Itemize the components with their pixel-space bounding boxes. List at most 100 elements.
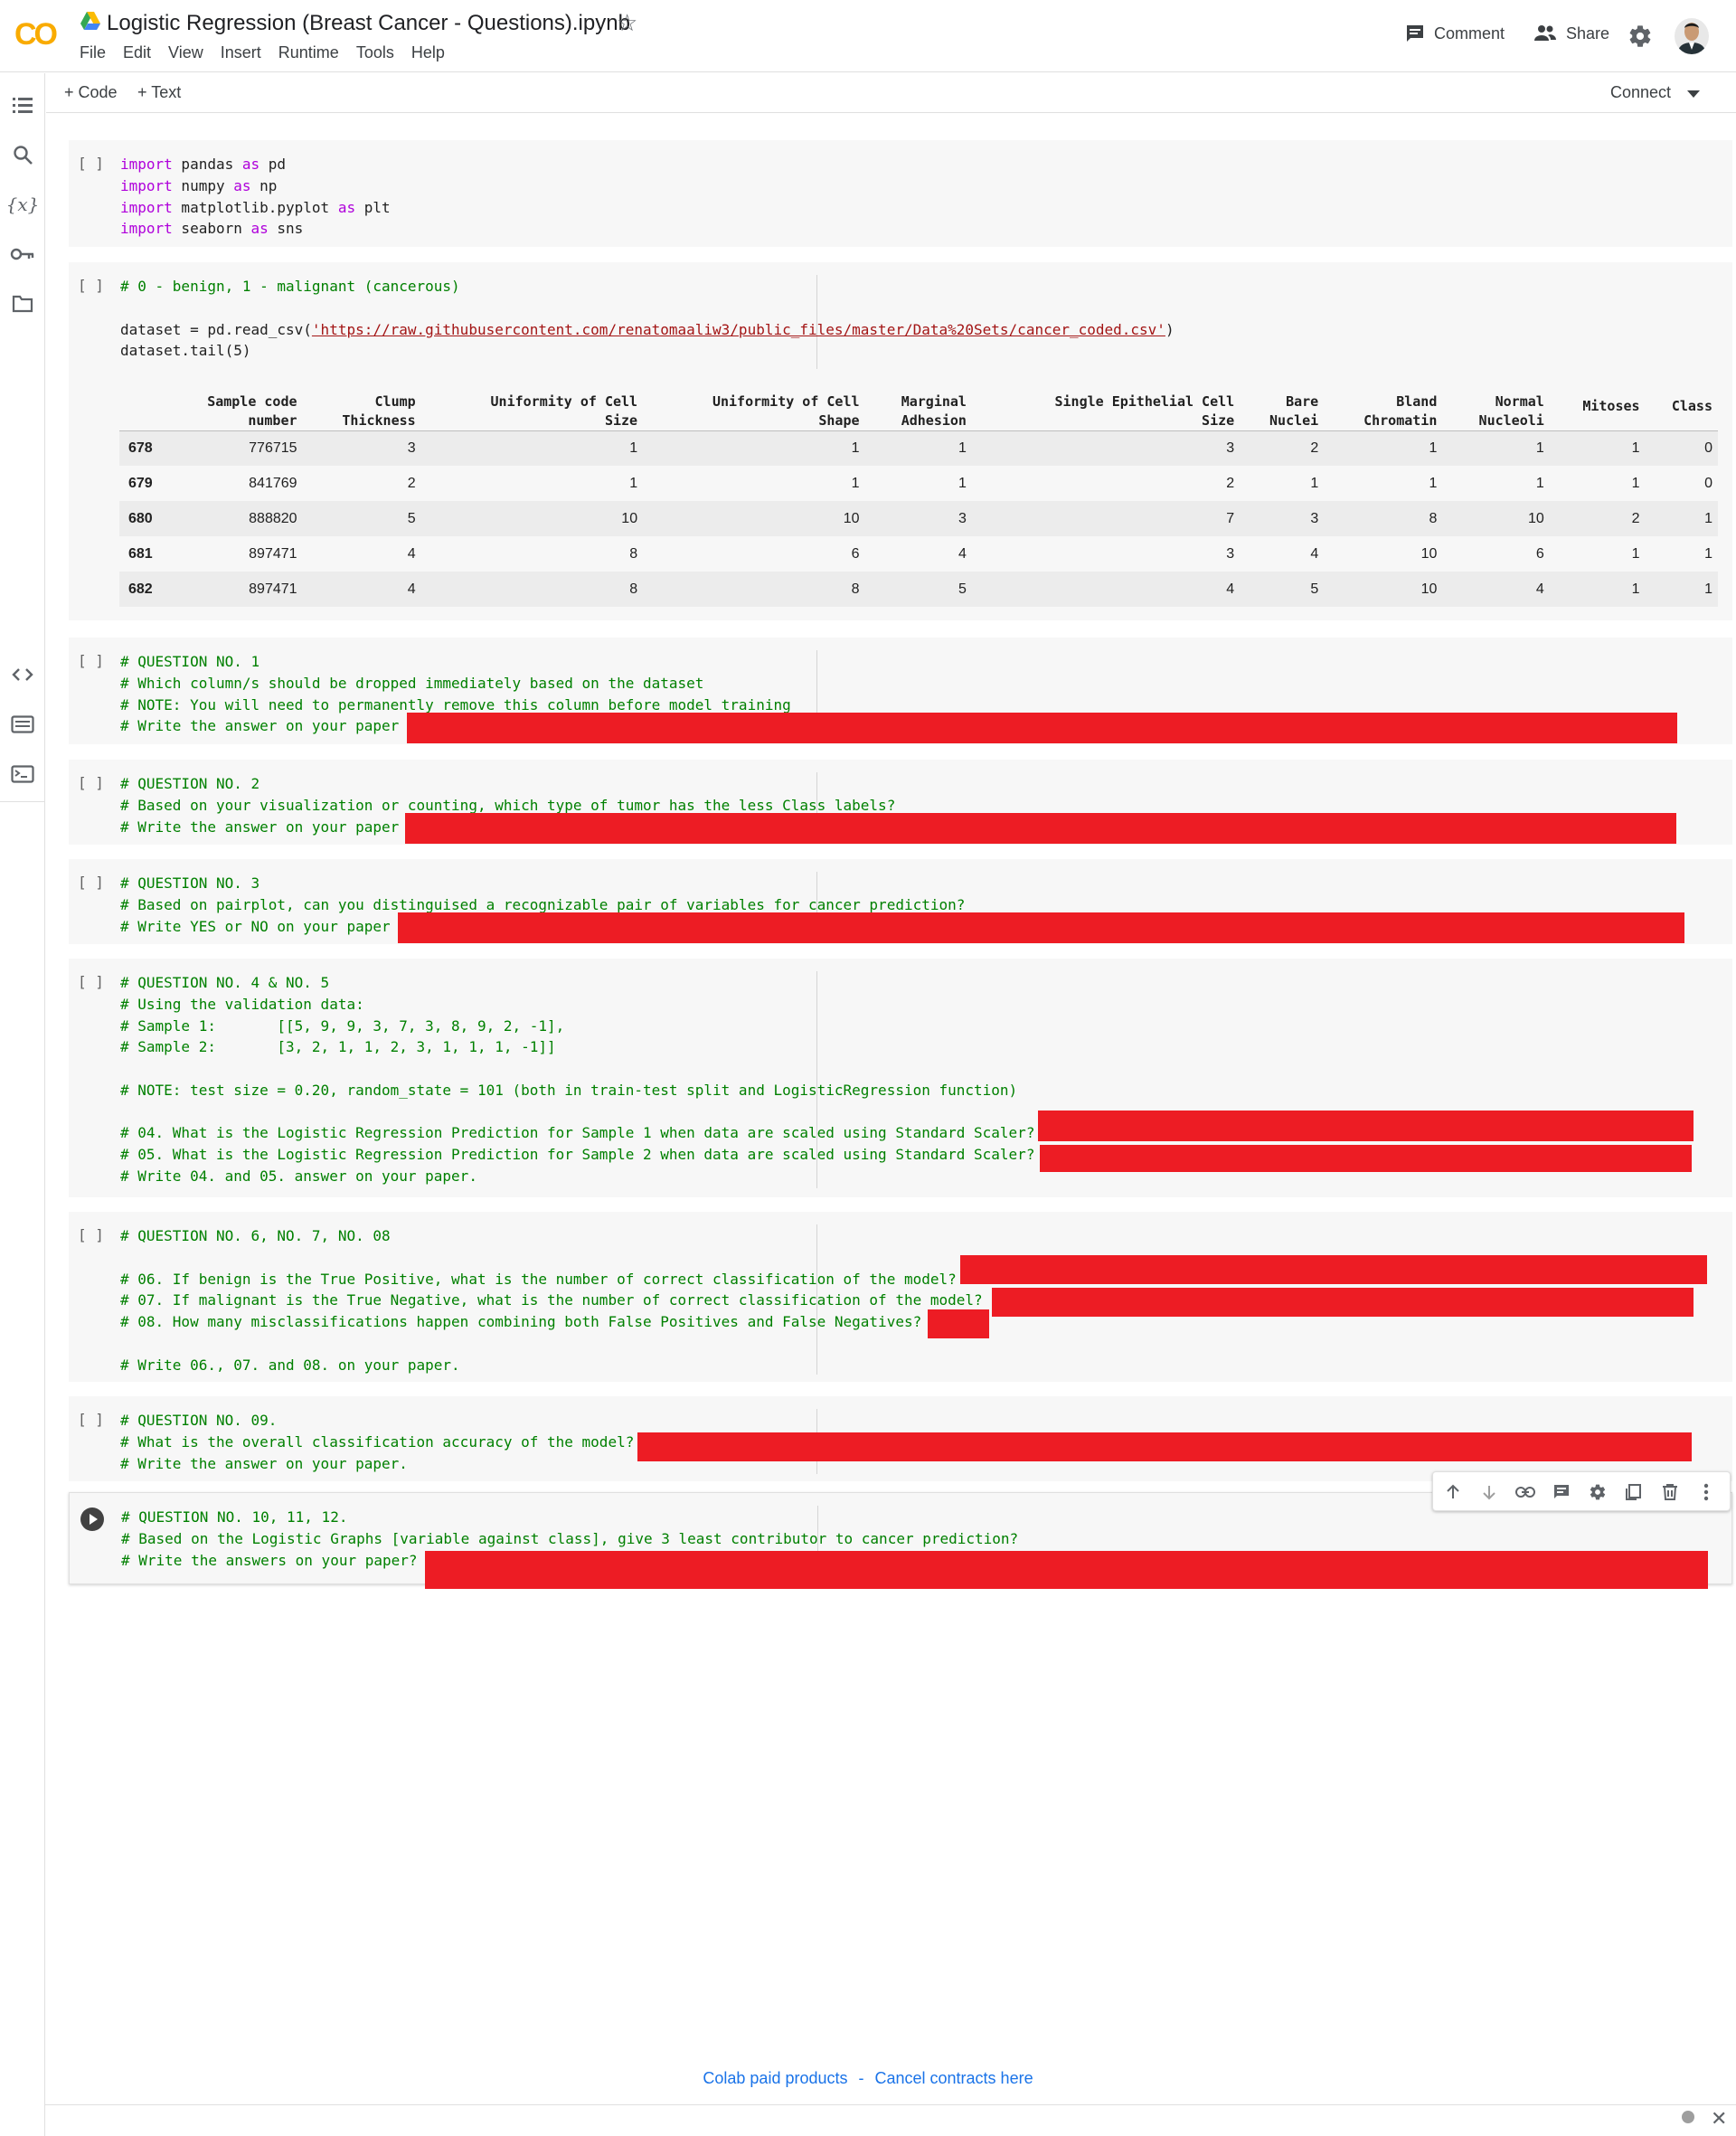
cell-code[interactable]: # 0 - benign, 1 - malignant (cancerous) …: [120, 276, 1175, 362]
table-cell: 841769: [249, 475, 297, 491]
code-comment: # Which column/s should be dropped immed…: [120, 674, 704, 692]
table-cell: 5: [958, 581, 967, 597]
code-cell-question-6-8[interactable]: [ ] # QUESTION NO. 6, NO. 7, NO. 08 # 06…: [69, 1212, 1732, 1382]
more-options-icon[interactable]: [1695, 1481, 1717, 1503]
menu-runtime[interactable]: Runtime: [278, 43, 339, 62]
cell-run-indicator[interactable]: [ ]: [78, 1411, 104, 1428]
code-comment: # QUESTION NO. 3: [120, 874, 260, 892]
code-comment: # QUESTION NO. 09.: [120, 1412, 278, 1429]
share-people-icon: [1534, 25, 1556, 41]
colab-logo[interactable]: CO: [14, 16, 65, 51]
code-comment: # Sample 2: [3, 2, 1, 1, 2, 3, 1, 1, 1, …: [120, 1038, 556, 1056]
table-cell: 0: [1704, 475, 1712, 491]
run-cell-button[interactable]: [80, 1507, 104, 1531]
side-rail: {x}: [0, 73, 45, 2136]
share-label: Share: [1566, 24, 1610, 43]
table-body: 678 776715 3 1 1 1 3 2 1 1 1 0 679 841769 2 1 1 1 2 1 1 1 1 0 68…: [119, 430, 1718, 607]
code-comment: # QUESTION NO. 6, NO. 7, NO. 08: [120, 1227, 391, 1244]
code-comment: # Write 06., 07. and 08. on your paper.: [120, 1356, 460, 1374]
notebook-title[interactable]: Logistic Regression (Breast Cancer - Que…: [107, 11, 630, 36]
table-cell: 1: [1631, 439, 1640, 456]
cell-code[interactable]: # QUESTION NO. 09. # What is the overall…: [120, 1410, 634, 1474]
add-text-button[interactable]: + Text: [137, 83, 181, 102]
settings-icon[interactable]: [1587, 1481, 1609, 1503]
comment-icon[interactable]: [1551, 1481, 1572, 1503]
colab-paid-products-link[interactable]: Colab paid products: [703, 2069, 847, 2087]
table-row: 682 897471 4 8 8 5 4 5 10 4 1 1: [119, 572, 1718, 607]
mirror-cell-icon[interactable]: [1623, 1481, 1645, 1503]
connect-button[interactable]: Connect: [1610, 83, 1671, 102]
cell-run-indicator[interactable]: [ ]: [78, 277, 104, 294]
cell-run-indicator[interactable]: [ ]: [78, 155, 104, 172]
secrets-key-icon[interactable]: [9, 241, 36, 268]
cell-run-indicator[interactable]: [ ]: [78, 874, 104, 891]
redaction-box: [637, 1432, 1692, 1461]
move-up-icon[interactable]: [1442, 1481, 1464, 1503]
menu-help[interactable]: Help: [411, 43, 445, 62]
code-line: import matplotlib.pyplot as plt: [120, 198, 391, 216]
redaction-box: [407, 713, 1677, 743]
code-cell-question-2[interactable]: [ ] # QUESTION NO. 2 # Based on your vis…: [69, 760, 1732, 845]
table-cell: 3: [1310, 510, 1319, 526]
cancel-contracts-link[interactable]: Cancel contracts here: [875, 2069, 1033, 2087]
runtime-status-icon[interactable]: [1682, 2111, 1694, 2123]
column-header: Uniformity of Cell Size: [490, 392, 638, 429]
share-button[interactable]: Share: [1533, 24, 1609, 43]
close-icon[interactable]: ✕: [1711, 2107, 1727, 2131]
delete-icon[interactable]: [1659, 1481, 1681, 1503]
table-cell: 2: [1226, 475, 1235, 491]
cell-run-indicator[interactable]: [ ]: [78, 973, 104, 990]
code-cell-question-9[interactable]: [ ] # QUESTION NO. 09. # What is the ove…: [69, 1396, 1732, 1481]
table-of-contents-icon[interactable]: [9, 91, 36, 118]
code-cell-question-4-5[interactable]: [ ] # QUESTION NO. 4 & NO. 5 # Using the…: [69, 959, 1732, 1197]
avatar[interactable]: [1675, 18, 1709, 54]
table-cell: 3: [958, 510, 967, 526]
cell-code[interactable]: # QUESTION NO. 6, NO. 7, NO. 08 # 06. If…: [120, 1225, 983, 1375]
code-comment: # Based on pairplot, can you distinguise…: [120, 895, 966, 913]
code-cell-question-1[interactable]: [ ] # QUESTION NO. 1 # Which column/s sh…: [69, 638, 1732, 744]
link-icon[interactable]: [1514, 1481, 1536, 1503]
code-cell-imports[interactable]: [ ] import pandas as pd import numpy as …: [69, 140, 1732, 247]
menu-tools[interactable]: Tools: [356, 43, 394, 62]
chevron-down-icon[interactable]: [1687, 90, 1700, 99]
variables-icon[interactable]: {x}: [6, 191, 40, 218]
settings-gear-icon[interactable]: [1628, 24, 1653, 49]
terminal-icon[interactable]: [9, 761, 36, 788]
code-comment: # 05. What is the Logistic Regression Pr…: [120, 1146, 1035, 1163]
comment-button[interactable]: Comment: [1405, 24, 1505, 43]
cell-run-indicator[interactable]: [ ]: [78, 774, 104, 791]
cell-code[interactable]: import pandas as pd import numpy as np i…: [120, 154, 391, 240]
table-cell: 5: [1310, 581, 1319, 597]
cell-run-indicator[interactable]: [ ]: [78, 1226, 104, 1243]
cell-run-indicator[interactable]: [ ]: [78, 652, 104, 669]
comment-icon: [1407, 25, 1423, 42]
comment-label: Comment: [1434, 24, 1505, 43]
dataframe-output-table: Sample code number Clump Thickness Uniform…: [119, 383, 1718, 607]
code-comment: # Based on your visualization or countin…: [120, 796, 896, 814]
code-cell-question-3[interactable]: [ ] # QUESTION NO. 3 # Based on pairplot…: [69, 859, 1732, 944]
column-header: Class: [1671, 398, 1712, 415]
table-cell: 10: [1528, 510, 1544, 526]
files-folder-icon[interactable]: [9, 290, 36, 317]
menu-file[interactable]: File: [80, 43, 106, 62]
star-icon[interactable]: ☆: [617, 9, 637, 37]
redaction-box: [928, 1309, 989, 1338]
menu-edit[interactable]: Edit: [123, 43, 151, 62]
code-snippets-icon[interactable]: [9, 661, 36, 688]
menu-view[interactable]: View: [168, 43, 203, 62]
table-cell: 1: [1704, 545, 1712, 562]
table-cell: 4: [958, 545, 967, 562]
table-cell: 3: [1226, 439, 1235, 456]
cell-code[interactable]: # QUESTION NO. 4 & NO. 5 # Using the val…: [120, 972, 1034, 1187]
code-comment: # NOTE: test size = 0.20, random_state =…: [120, 1081, 1018, 1099]
move-down-icon[interactable]: [1478, 1481, 1500, 1503]
command-palette-icon[interactable]: [9, 711, 36, 738]
table-row: 679 841769 2 1 1 1 2 1 1 1 1 0: [119, 466, 1718, 501]
redaction-box: [1038, 1111, 1694, 1141]
code-line: import seaborn as sns: [120, 220, 304, 238]
table-cell: 2: [1310, 439, 1319, 456]
code-comment: # Write the answer on your paper: [120, 717, 400, 735]
menu-insert[interactable]: Insert: [221, 43, 261, 62]
search-icon[interactable]: [9, 141, 36, 168]
add-code-button[interactable]: + Code: [64, 83, 118, 102]
